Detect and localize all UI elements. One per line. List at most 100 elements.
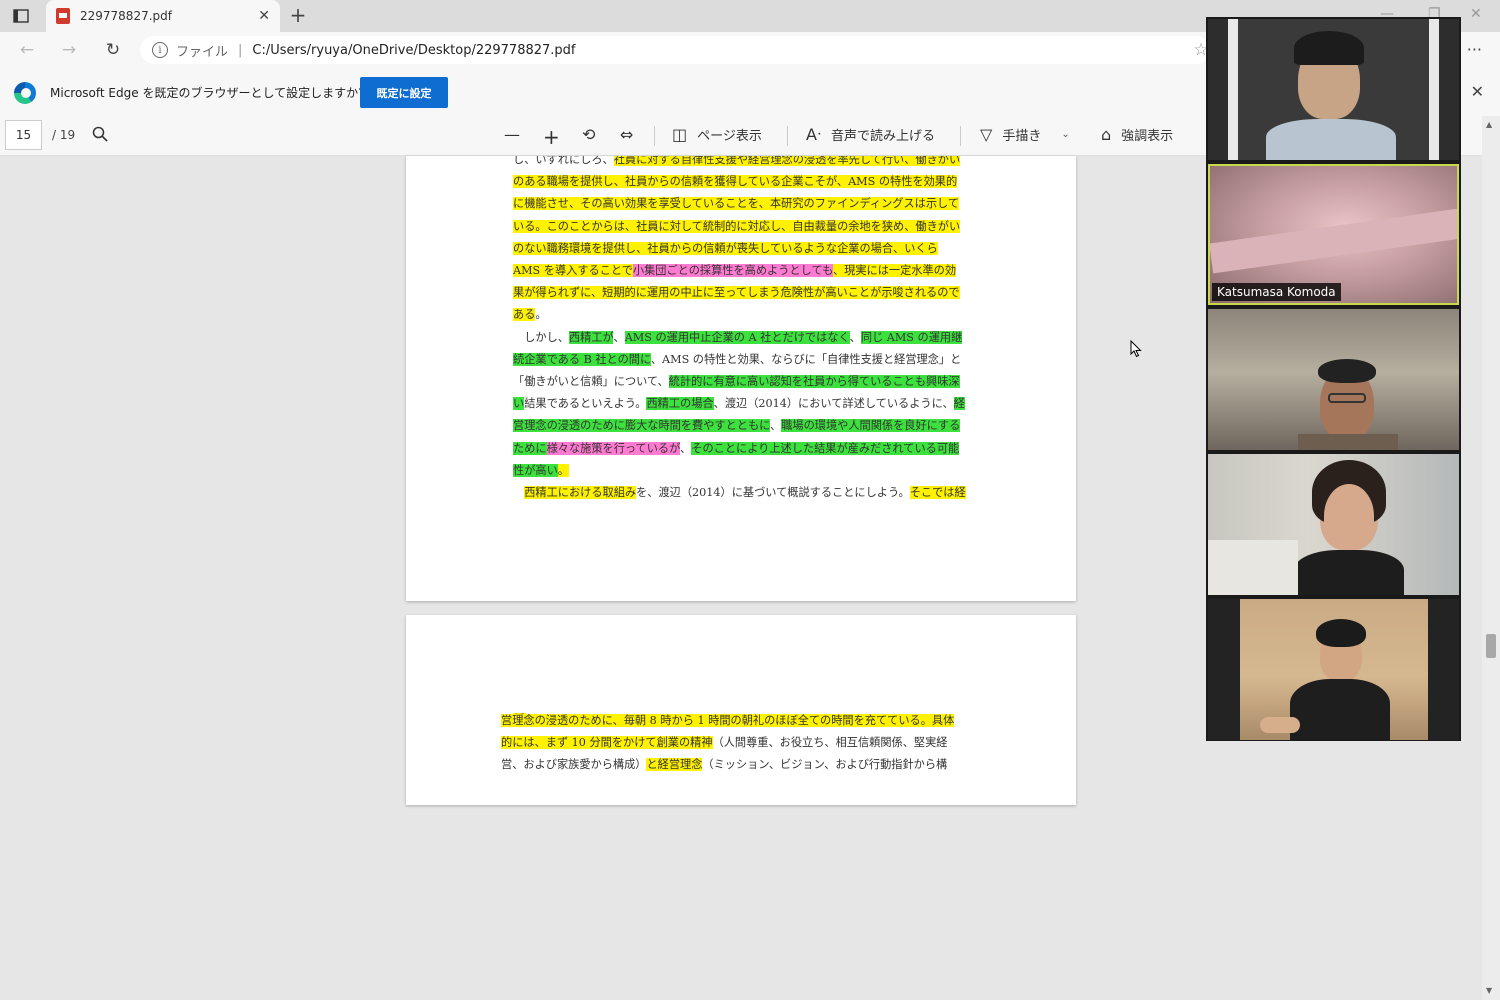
page-view-icon: ◫ <box>672 125 688 144</box>
participant-shirt <box>1266 119 1396 160</box>
participant-video-3[interactable] <box>1208 309 1459 450</box>
yellow-highlight: そこでは経 <box>909 486 966 500</box>
banner-message: Microsoft Edge を既定のブラウザーとして設定しますか? <box>50 86 365 100</box>
tab-actions-button[interactable] <box>8 6 34 26</box>
window-close-icon[interactable]: ✕ <box>1470 6 1482 22</box>
zoom-in-button[interactable]: + <box>543 125 570 149</box>
participant-video-2[interactable]: Katsumasa Komoda <box>1208 164 1459 305</box>
fit-width-icon: ⇔ <box>620 125 634 144</box>
page-view-button[interactable]: ◫ ページ表示 <box>672 125 762 144</box>
green-highlight: 統計的に有意に高い認知を社員から得ていることも興味深 <box>668 375 960 389</box>
text-segment: 営、および家族愛から構成） <box>501 758 647 772</box>
text-line: し、いずれにしろ、社員に対する自律性支援や経営理念の浸透を率先して行い、働きがい <box>513 156 983 171</box>
tab-actions-icon <box>13 9 29 23</box>
vertical-scrollbar[interactable]: ▲ ▼ <box>1482 116 1500 1000</box>
green-highlight: 続企業である B 社との間に <box>513 352 651 366</box>
text-segment: しかし、 <box>513 330 569 344</box>
participant-hair <box>1294 31 1364 65</box>
rotate-button[interactable]: ⟲ <box>582 125 605 144</box>
text-segment: 、 <box>613 330 625 344</box>
toolbar-divider <box>787 126 788 146</box>
text-line: 果が得られずに、短期的に運用の中止に至ってしまう危険性が高いことが示唆されるので <box>513 282 983 304</box>
address-bar[interactable]: i ファイル | C:/Users/ryuya/OneDrive/Desktop… <box>140 36 1210 64</box>
video-call-panel: Katsumasa Komoda <box>1206 17 1461 741</box>
yellow-highlight: のない職務環境を提供し、社員からの信頼が喪失しているような企業の場合、いくら <box>513 241 938 255</box>
green-highlight: 経 <box>953 397 965 411</box>
search-icon[interactable] <box>92 126 108 142</box>
green-highlight: ために <box>513 441 547 455</box>
text-segment: 、渡辺（2014）において詳述しているように、 <box>713 397 954 411</box>
text-segment: 、AMS の特性と効果、ならびに「自律性支援と経営理念」と <box>650 352 962 366</box>
pdf-page-16: 18 営理念の浸透のために、毎朝 8 時から 1 時間の朝礼のほぼ全ての時間を充… <box>406 615 1076 805</box>
participant-shirt <box>1298 434 1398 450</box>
banner-close-icon[interactable]: ✕ <box>1471 82 1484 101</box>
yellow-highlight: 、現実には一定水準の効 <box>832 264 957 278</box>
draw-button[interactable]: ▽ 手描き ⌄ <box>980 125 1070 144</box>
toolbar-divider <box>654 126 655 146</box>
text-line: ために様々な施策を行っているが、そのことにより上述した結果が産みだされている可能 <box>513 438 983 460</box>
participant-shirt <box>1294 550 1404 595</box>
text-line: 的には、まず 10 分間をかけて創業の精神（人間尊重、お役立ち、相互信頼関係、堅… <box>501 732 981 754</box>
zoom-out-button[interactable]: — <box>504 125 530 144</box>
participant-shirt <box>1290 679 1390 740</box>
participant-video-4[interactable] <box>1208 454 1459 595</box>
tab-title: 229778827.pdf <box>80 9 172 23</box>
back-button[interactable]: ← <box>16 40 38 60</box>
scrollbar-thumb[interactable] <box>1486 634 1496 658</box>
green-highlight: 営理念の浸透のために膨大な時間を費やすとともに <box>513 419 770 433</box>
rotate-icon: ⟲ <box>582 125 596 144</box>
text-segment: 「働きがいと信頼」について、 <box>513 375 669 389</box>
page-body-text: し、いずれにしろ、社員に対する自律性支援や経営理念の浸透を率先して行い、働きがい… <box>513 156 983 504</box>
text-segment: し、いずれにしろ、 <box>513 156 614 166</box>
minus-icon: — <box>504 125 520 144</box>
text-line: 続企業である B 社との間に、AMS の特性と効果、ならびに「自律性支援と経営理… <box>513 349 983 371</box>
yellow-highlight: に機能させ、その高い効果を享受していることを、本研究のファインディングスは示して <box>513 197 960 211</box>
text-segment: （人間尊重、お役立ち、相互信頼関係、堅実経 <box>712 736 948 750</box>
participant-hand <box>1260 717 1300 733</box>
glasses-icon <box>1328 393 1366 403</box>
video-blur-shape <box>1210 208 1457 274</box>
green-highlight: そのことにより上述した結果が産みだされている可能 <box>691 441 960 455</box>
scroll-up-icon[interactable]: ▲ <box>1486 120 1492 129</box>
text-segment: （ミッション、ビジョン、および行動指針から構 <box>702 758 948 772</box>
yellow-highlight: 。 <box>557 463 569 477</box>
text-line: 西精工における取組みを、渡辺（2014）に基づいて概説することにしよう。そこでは… <box>513 482 983 504</box>
participant-hair <box>1316 619 1366 647</box>
participant-video-5[interactable] <box>1208 599 1459 740</box>
set-default-button[interactable]: 既定に設定 <box>360 77 448 108</box>
text-segment: 、 <box>769 419 782 433</box>
highlight-icon: ⌂ <box>1101 125 1112 144</box>
text-segment: 、 <box>680 441 692 455</box>
chevron-down-icon[interactable]: ⌄ <box>1061 129 1069 140</box>
more-menu-button[interactable]: ··· <box>1467 40 1482 59</box>
new-tab-button[interactable]: + <box>288 4 308 26</box>
text-segment: を、渡辺（2014）に基づいて概説することにしよう。 <box>636 486 910 500</box>
green-highlight: い <box>513 397 525 411</box>
mouse-cursor-icon <box>1130 340 1142 358</box>
green-highlight: 性が高い <box>513 463 558 477</box>
read-aloud-button[interactable]: Aᐧ 音声で読み上げる <box>806 125 935 144</box>
yellow-highlight: ある <box>513 308 536 322</box>
forward-button[interactable]: → <box>58 40 80 60</box>
info-icon[interactable]: i <box>152 42 168 58</box>
participant-face-front <box>1324 484 1374 548</box>
draw-label: 手描き <box>1002 129 1042 144</box>
participant-video-1[interactable] <box>1208 19 1459 160</box>
address-path: C:/Users/ryuya/OneDrive/Desktop/22977882… <box>252 42 576 58</box>
text-line: 「働きがいと信頼」について、統計的に有意に高い認知を社員から得ていることも興味深 <box>513 371 983 393</box>
text-line: のある職場を提供し、社員からの信頼を獲得している企業こそが、AMS の特性を効果… <box>513 171 983 193</box>
text-line: 営理念の浸透のために膨大な時間を費やすとともに、職場の環境や人間関係を良好にする <box>513 415 983 437</box>
refresh-button[interactable]: ↻ <box>102 40 124 60</box>
text-line: のない職務環境を提供し、社員からの信頼が喪失しているような企業の場合、いくら <box>513 238 983 260</box>
address-separator: | <box>238 42 243 58</box>
text-line: い結果であるといえよう。西精工の場合、渡辺（2014）において詳述しているように… <box>513 393 983 415</box>
scroll-down-icon[interactable]: ▼ <box>1486 986 1492 995</box>
yellow-highlight: 的には、まず 10 分間をかけて創業の精神 <box>501 736 713 750</box>
tab-pdf[interactable]: 229778827.pdf ✕ <box>46 0 280 32</box>
highlight-button[interactable]: ⌂ 強調表示 <box>1101 125 1173 144</box>
close-tab-icon[interactable]: ✕ <box>258 8 270 24</box>
fit-width-button[interactable]: ⇔ <box>620 125 643 144</box>
page-number-input[interactable]: 15 <box>5 120 42 150</box>
yellow-highlight: と経営理念 <box>646 758 703 772</box>
text-line: 性が高い。 <box>513 460 983 482</box>
